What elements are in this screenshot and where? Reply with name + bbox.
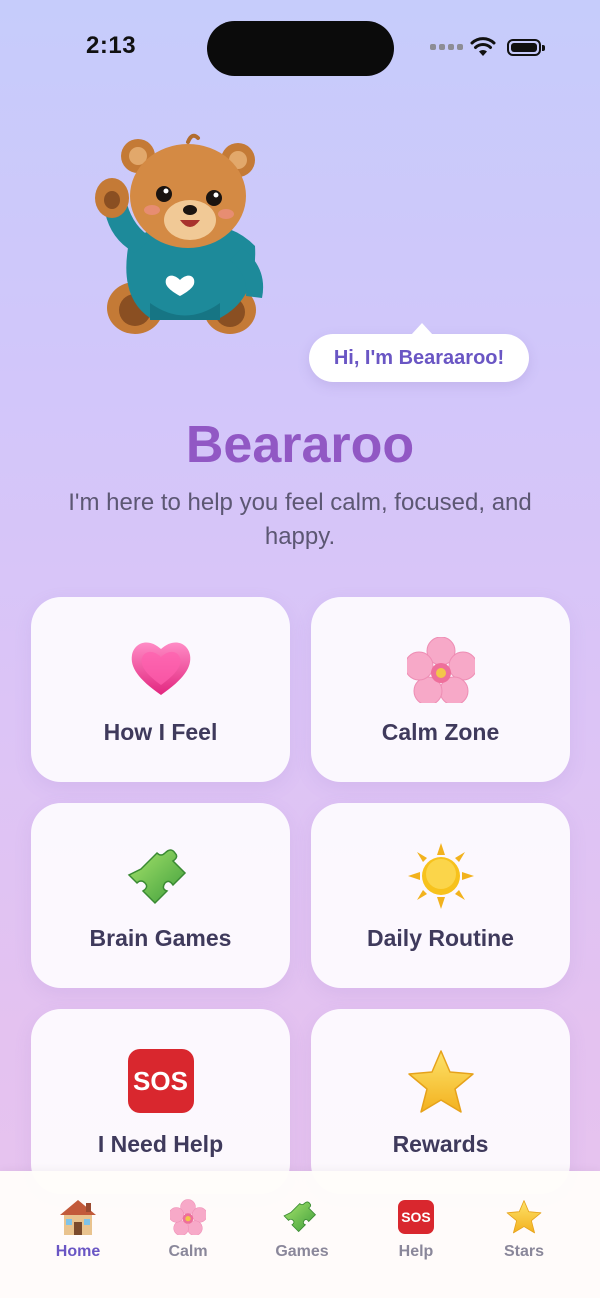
battery-icon [507, 39, 545, 56]
flower-icon [311, 637, 570, 703]
tab-games[interactable]: Games [252, 1193, 352, 1263]
how-i-feel-card[interactable]: How I Feel [31, 597, 290, 782]
card-label: How I Feel [103, 719, 218, 745]
cellular-signal-icon [430, 44, 463, 50]
card-label: Calm Zone [381, 719, 500, 745]
daily-routine-card[interactable]: Daily Routine [311, 803, 570, 988]
star-icon [311, 1049, 570, 1113]
tab-home[interactable]: Home [28, 1193, 128, 1263]
card-label: I Need Help [97, 1131, 224, 1157]
sun-icon [311, 843, 570, 909]
house-icon [58, 1197, 98, 1237]
tab-label: Help [398, 1243, 434, 1260]
brain-games-card[interactable]: Brain Games [31, 803, 290, 988]
card-label: Brain Games [89, 925, 232, 951]
status-time: 2:13 [86, 32, 137, 59]
heart-icon [31, 637, 290, 701]
flower-icon [168, 1197, 208, 1237]
tab-label: Calm [168, 1243, 208, 1260]
speech-bubble-text: Hi, I'm Bearaaroo! [333, 346, 505, 369]
sos-icon: SOS [396, 1197, 436, 1237]
i-need-help-card[interactable]: SOS I Need Help [31, 1009, 290, 1194]
dynamic-island [207, 21, 394, 76]
tab-help[interactable]: SOS Help [366, 1193, 466, 1263]
sos-badge: SOS [127, 1049, 194, 1113]
rewards-card[interactable]: Rewards [311, 1009, 570, 1194]
app-subtitle: I'm here to help you feel calm, focused,… [68, 489, 532, 550]
tab-stars[interactable]: Stars [474, 1193, 574, 1263]
sos-icon: SOS [31, 1049, 290, 1113]
puzzle-icon [31, 843, 290, 907]
tab-label: Home [55, 1243, 101, 1260]
bear-mascot-image [95, 133, 264, 334]
tab-calm[interactable]: Calm [138, 1193, 238, 1263]
app-title: Beararoo [185, 416, 415, 474]
wifi-icon [470, 37, 496, 56]
tab-bar: Home Calm Games SOS Help Stars [0, 1171, 600, 1298]
calm-zone-card[interactable]: Calm Zone [311, 597, 570, 782]
mascot-speech-bubble: Hi, I'm Bearaaroo! [309, 323, 529, 382]
tab-label: Games [275, 1243, 329, 1260]
sos-badge: SOS [398, 1200, 434, 1234]
star-icon [504, 1197, 544, 1237]
card-label: Rewards [392, 1131, 489, 1157]
card-label: Daily Routine [367, 925, 514, 951]
puzzle-icon [282, 1197, 322, 1237]
tab-label: Stars [503, 1243, 545, 1260]
